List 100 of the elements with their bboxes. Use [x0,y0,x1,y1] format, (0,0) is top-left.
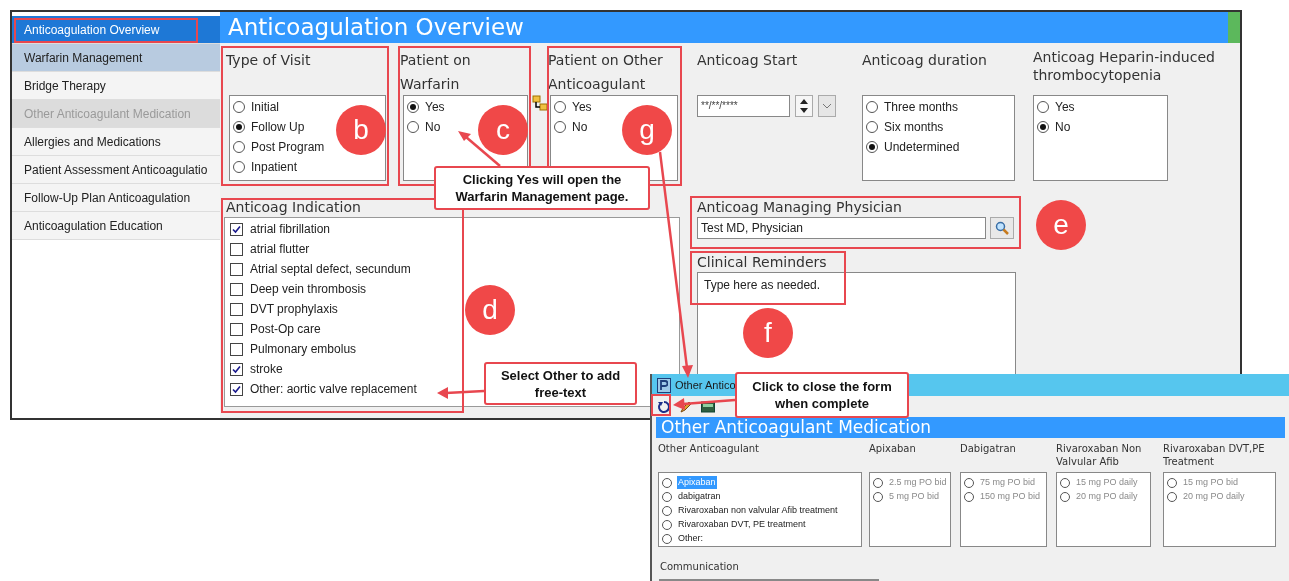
status-strip [1228,12,1240,43]
option-label: 20 mg PO daily [1182,489,1246,503]
option-label: Rivaroxaban non valvular Afib treatment [677,503,839,517]
checkbox[interactable] [230,262,243,276]
radio-button[interactable] [866,141,878,153]
radio-button[interactable] [662,505,672,516]
option-label: 75 mg PO bid [979,475,1037,489]
field-label: Anticoag Managing Physician [697,199,902,215]
checkbox-label: DVT prophylaxis [250,301,338,318]
checkbox[interactable] [230,322,243,336]
field-label: Anticoag duration [862,52,987,68]
radio-button[interactable] [1037,121,1049,133]
checkbox-label: atrial flutter [250,241,310,258]
radio-button[interactable] [662,491,672,502]
popup-header: Other Anticoagulant Medication [656,417,1285,438]
radio-button[interactable] [407,101,419,113]
checkbox[interactable] [230,242,243,256]
option-label: 2.5 mg PO bid [888,475,948,489]
sidebar-item[interactable]: Follow-Up Plan Anticoagulation [12,184,220,212]
checkbox[interactable] [230,362,243,376]
option-label: No [1055,119,1071,136]
checkbox-label: Post-Op care [250,321,321,338]
date-field[interactable]: **/**/**** [697,95,790,117]
option-label: No [425,119,441,136]
checkbox-label: Other: aortic valve replacement [250,381,417,398]
field-label: Clinical Reminders [697,254,827,270]
checkbox-label: Pulmonary embolus [250,341,357,358]
link-icon[interactable] [532,95,548,111]
field-label: Type of Visit [226,52,311,68]
option-label: Follow Up [251,119,305,136]
radio-button[interactable] [554,121,566,133]
checkbox[interactable] [230,282,243,296]
option-label: Six months [884,119,944,136]
radio-button[interactable] [662,477,672,488]
refresh-icon[interactable] [657,399,671,414]
spinner[interactable] [795,95,813,117]
option-label: Apixaban [677,475,717,490]
sidebar-item[interactable]: Patient Assessment Anticoagulatio [12,156,220,184]
sidebar-item[interactable]: Warfarin Management [12,44,220,72]
option-label: No [572,119,588,136]
sidebar-item[interactable]: Bridge Therapy [12,72,220,100]
group-label: Apixaban [869,442,917,455]
checkbox[interactable] [230,342,243,356]
option-label: Yes [572,99,592,116]
field-label: Patient on Other Anticoagulant [548,52,663,92]
group-label: Rivaroxaban DVT,PE Treatment [1163,442,1266,468]
sidebar-item[interactable]: Allergies and Medications [12,128,220,156]
radio-button[interactable] [233,121,245,133]
callout: Clicking Yes will open the Warfarin Management page. [434,166,650,210]
radio-button[interactable] [233,141,245,153]
search-button[interactable] [990,217,1014,239]
option-label: Inpatient [251,159,298,176]
checkbox-label: atrial fibrillation [250,221,331,238]
option-label: Other: [677,531,704,545]
option-label: Post Program [251,139,325,156]
radio-button[interactable] [866,101,878,113]
field-label: Anticoag Heparin-induced thrombocytopenia [1033,48,1216,84]
option-label: Yes [1055,99,1075,116]
option-label: 20 mg PO daily [1075,489,1139,503]
callout: Select Other to add free-text [484,362,637,405]
field-label: Anticoag Indication [226,199,361,215]
field-label: Anticoag Start [697,52,798,68]
checkbox-label: Deep vein thrombosis [250,281,367,298]
option-label: 15 mg PO daily [1075,475,1139,489]
radio-button[interactable] [233,161,245,173]
arrow [673,398,736,410]
option-label: Initial [251,99,279,116]
radio-button[interactable] [407,121,419,133]
group-label: Other Anticoagulant [658,442,761,455]
radio-button[interactable] [1037,101,1049,113]
sidebar-item[interactable]: Anticoagulation Education [12,212,220,240]
checkbox[interactable] [230,302,243,316]
chevron-icon [822,103,832,109]
checkbox-label: Atrial septal defect, secundum [250,261,411,278]
arrow [437,387,485,399]
radio-button[interactable] [662,519,672,530]
option-label: Three months [884,99,959,116]
checkbox-label: stroke [250,361,283,378]
option-label: dabigatran [677,489,722,503]
toolbar-icon[interactable] [701,400,715,413]
callout: Click to close the form when complete [735,372,909,418]
app-icon [657,377,671,393]
option-label: Undetermined [884,139,960,156]
physician-field[interactable]: Test MD, Physician [697,217,986,239]
option-label: 150 mg PO bid [979,489,1042,503]
radio-button[interactable] [554,101,566,113]
checkbox[interactable] [230,222,243,236]
radio-button[interactable] [233,101,245,113]
radio-button[interactable] [662,533,672,544]
highlight-frame [651,394,671,416]
option-label: Rivaroxaban DVT, PE treatment [677,517,807,531]
group-label: Communication [660,561,739,572]
option-label: 15 mg PO bid [1182,475,1240,489]
option-label: 5 mg PO bid [888,489,941,503]
field-label: Patient on Warfarin [400,52,471,92]
group-label: Dabigatran [960,442,1017,455]
radio-button[interactable] [866,121,878,133]
page-title: Anticoagulation Overview [220,12,1228,43]
checkbox[interactable] [230,382,243,396]
group-label: Rivaroxaban Non Valvular Afib [1056,442,1143,468]
